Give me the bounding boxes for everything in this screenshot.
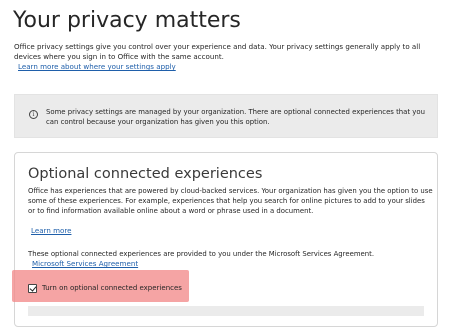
next-section-bar [28, 306, 424, 316]
checkbox-label: Turn on optional connected experiences [42, 284, 182, 292]
services-agreement-link[interactable]: Microsoft Services Agreement [32, 259, 138, 269]
learn-more-link[interactable]: Learn more [31, 226, 71, 236]
optional-experiences-checkbox[interactable] [28, 283, 37, 293]
settings-apply-link[interactable]: Learn more about where your settings app… [18, 62, 176, 72]
optional-experiences-description: Office has experiences that are powered … [28, 187, 433, 215]
optional-experiences-toggle[interactable]: Turn on optional connected experiences [28, 282, 182, 294]
intro-text: Office privacy settings give you control… [14, 42, 421, 61]
optional-experiences-heading: Optional connected experiences [28, 166, 263, 182]
info-icon: i [29, 110, 38, 119]
provided-under-text: These optional connected experiences are… [28, 250, 375, 258]
info-bar: i Some privacy settings are managed by y… [14, 94, 438, 138]
checkmark-icon [29, 283, 37, 292]
info-bar-text: Some privacy settings are managed by you… [46, 108, 425, 126]
page-title: Your privacy matters [13, 8, 241, 33]
